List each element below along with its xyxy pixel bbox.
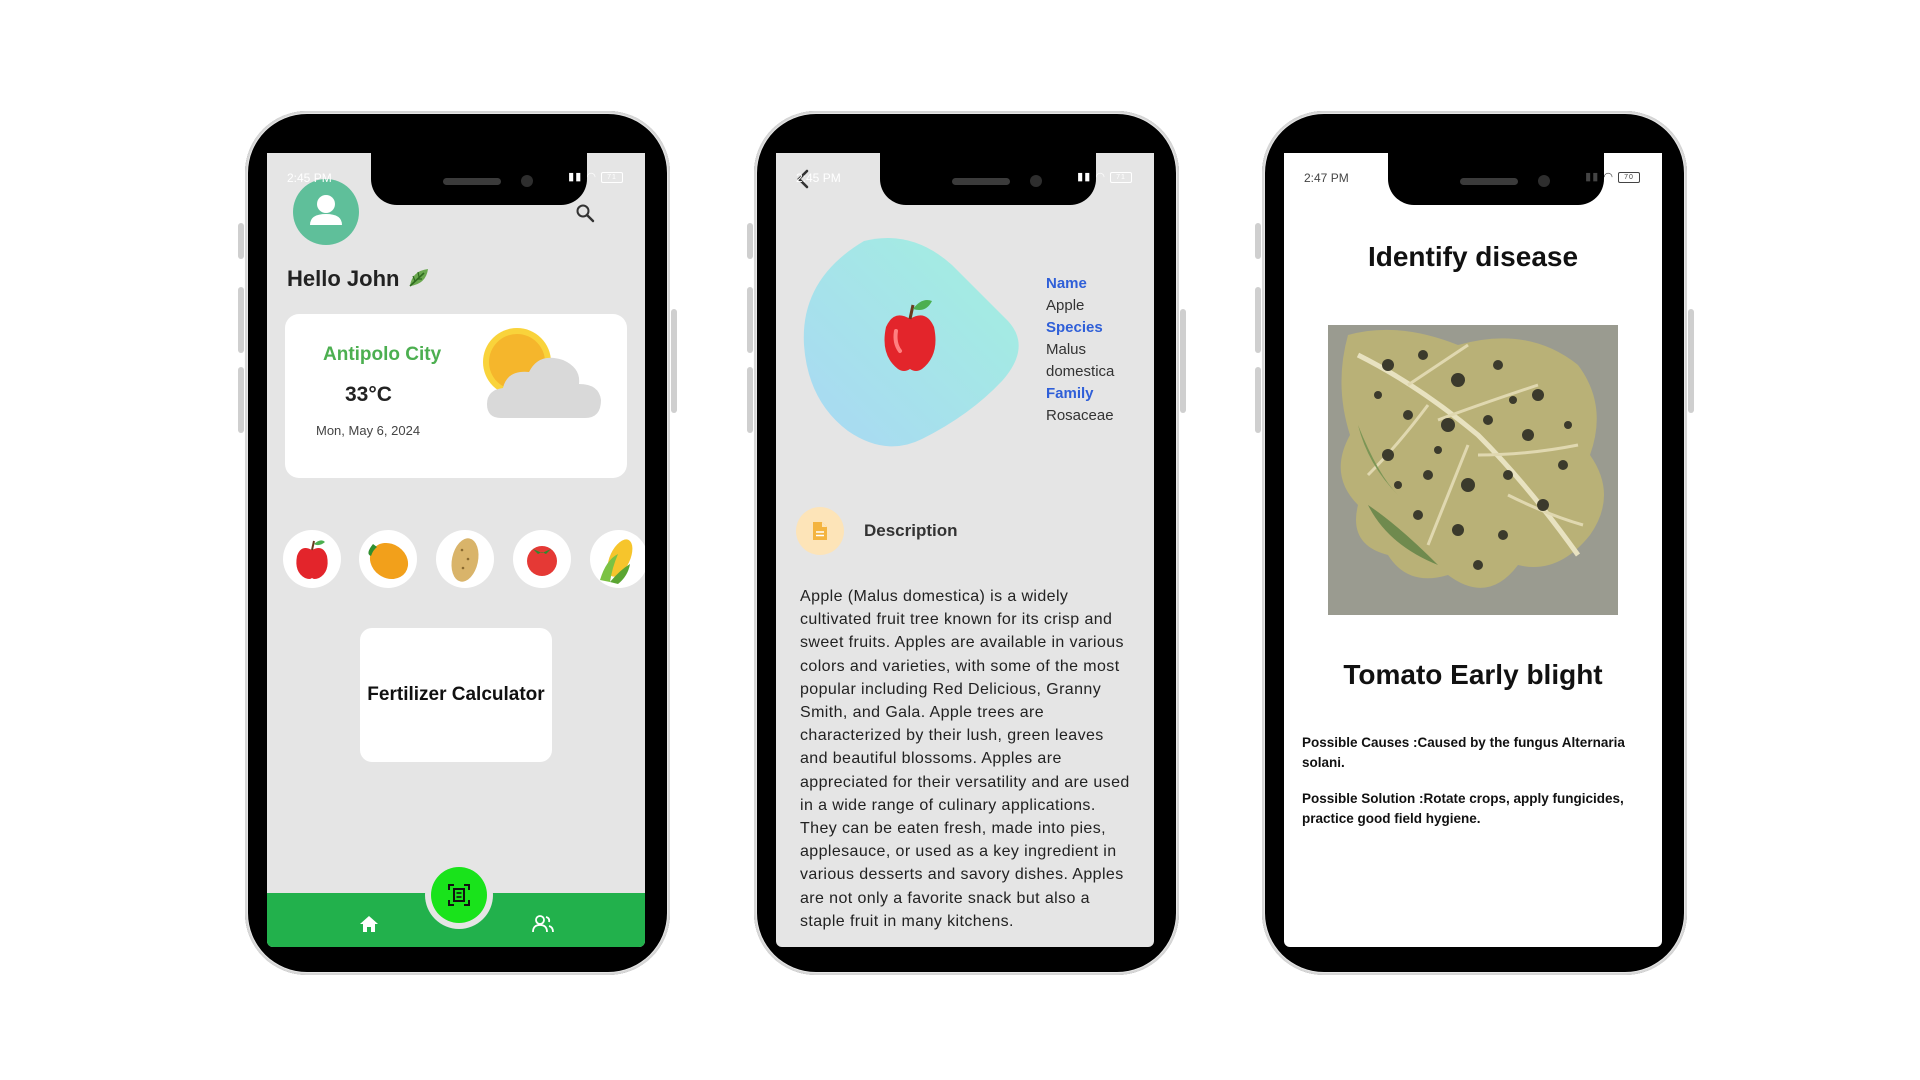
description-badge: [796, 507, 844, 555]
leaf-icon: [409, 269, 428, 287]
apple-icon: [296, 540, 328, 579]
scan-button[interactable]: [431, 867, 487, 923]
family-label: Family: [1046, 385, 1094, 402]
crop-list: [283, 530, 645, 592]
species-value: Malus domestica: [1046, 341, 1115, 380]
weather-date: Mon, May 6, 2024: [316, 423, 421, 438]
home-icon[interactable]: [359, 915, 379, 933]
crop-corn[interactable]: [590, 530, 645, 588]
search-icon[interactable]: [575, 203, 595, 223]
potato-icon: [451, 538, 479, 582]
battery-icon: 71: [1110, 171, 1132, 183]
partly-cloudy-icon: [483, 328, 601, 418]
disease-screen: 2:47 PM ▮▮ ◠ 70 Identify disease Tomato …: [1284, 153, 1662, 947]
scan-icon: [448, 884, 470, 906]
plant-image: [803, 238, 1019, 447]
home-screen: 2:45 PM ▮▮ ◠ 71 Hello John Antipolo City: [267, 153, 645, 947]
corn-icon: [600, 539, 633, 584]
status-time: 2:45 PM: [796, 171, 841, 185]
users-icon[interactable]: [531, 914, 555, 934]
possible-solution: Possible Solution :Rotate crops, apply f…: [1302, 791, 1624, 826]
crop-apple[interactable]: [283, 530, 341, 588]
status-icons: ▮▮ ◠ 71: [1077, 170, 1132, 183]
weather-city: Antipolo City: [323, 344, 442, 365]
greeting: Hello John: [287, 265, 432, 292]
mango-icon: [368, 542, 409, 580]
description-text: Apple (Malus domestica) is a widely cult…: [800, 588, 1130, 930]
species-label: Species: [1046, 319, 1103, 336]
weather-temperature: 33°C: [345, 383, 392, 406]
description-title: Description: [864, 521, 958, 540]
phone-detail: 2:45 PM ▮▮ ◠ 71 Name Apple Species Malus…: [747, 111, 1186, 975]
status-icons: ▮▮ ◠ 71: [568, 170, 623, 183]
battery-icon: 71: [601, 171, 623, 183]
status-time: 2:47 PM: [1304, 171, 1349, 185]
greeting-text: Hello John: [287, 266, 400, 291]
leaf-photo: [1328, 325, 1618, 615]
plant-info: Name Apple Species Malus domestica Famil…: [1046, 273, 1126, 427]
name-value: Apple: [1046, 297, 1085, 314]
possible-causes: Possible Causes :Caused by the fungus Al…: [1302, 735, 1625, 770]
diseased-leaf-image: [1328, 325, 1618, 615]
status-bar: 2:45 PM ▮▮ ◠ 71: [267, 167, 645, 187]
battery-icon: 70: [1618, 171, 1640, 183]
name-label: Name: [1046, 275, 1087, 292]
status-icons: ▮▮ ◠ 70: [1585, 170, 1640, 183]
tomato-icon: [527, 546, 557, 576]
crop-potato[interactable]: [436, 530, 494, 588]
user-icon: [310, 195, 342, 225]
crop-mango[interactable]: [359, 530, 417, 588]
detail-screen: 2:45 PM ▮▮ ◠ 71 Name Apple Species Malus…: [776, 153, 1154, 947]
crop-tomato[interactable]: [513, 530, 571, 588]
status-bar: 2:47 PM ▮▮ ◠ 70: [1284, 167, 1662, 187]
page-title: Identify disease: [1367, 241, 1579, 272]
status-bar: 2:45 PM ▮▮ ◠ 71: [776, 167, 1154, 187]
phone-home: 2:45 PM ▮▮ ◠ 71 Hello John Antipolo City: [238, 111, 677, 975]
status-time: 2:45 PM: [287, 171, 332, 185]
avatar[interactable]: [293, 179, 359, 245]
phone-disease: 2:47 PM ▮▮ ◠ 70 Identify disease Tomato …: [1255, 111, 1694, 975]
family-value: Rosaceae: [1046, 407, 1114, 424]
fertilizer-calculator-button[interactable]: Fertilizer Calculator: [360, 628, 552, 762]
weather-card: Antipolo City 33°C Mon, May 6, 2024: [285, 314, 627, 478]
document-icon: [813, 522, 827, 540]
disease-name: Tomato Early blight: [1343, 659, 1603, 690]
